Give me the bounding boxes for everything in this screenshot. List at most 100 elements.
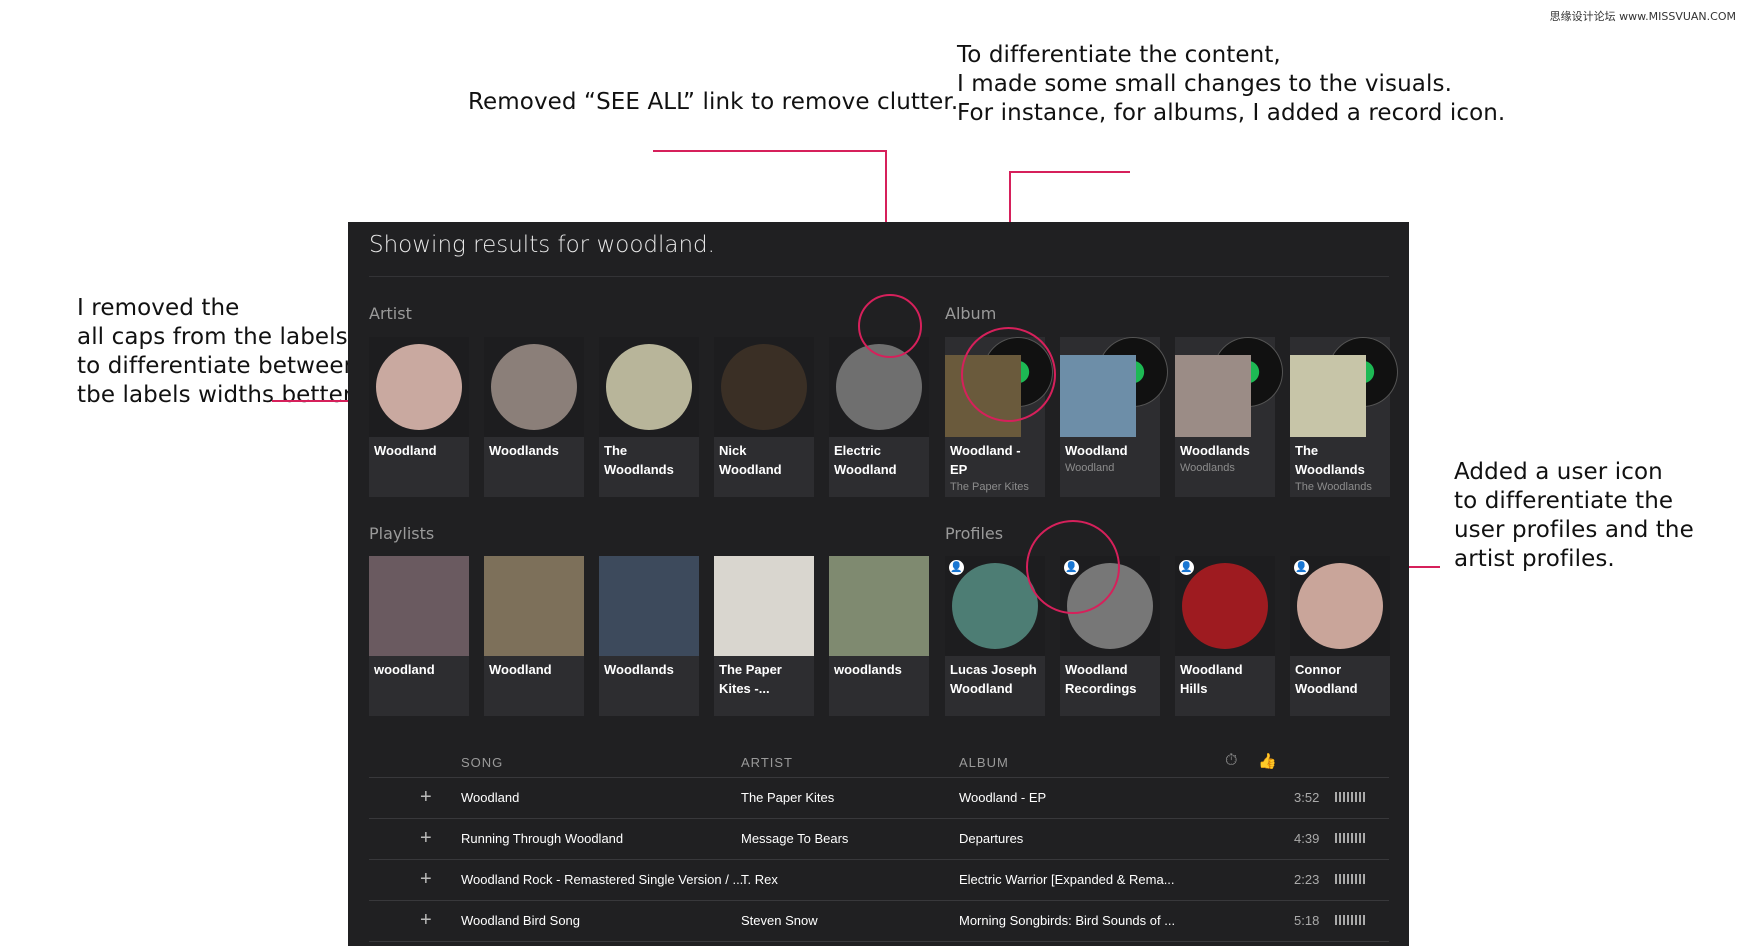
- callout-circle-see-all: [858, 294, 922, 358]
- annotation-see-all: Removed “SEE ALL” link to remove clutter…: [468, 89, 959, 115]
- callout-circle-user: [1026, 520, 1120, 614]
- annotation-caps: I removed the all caps from the labels t…: [77, 295, 359, 408]
- song-title: Woodland Rock - Remastered Single Versio…: [461, 872, 744, 887]
- artist-image: [836, 344, 922, 430]
- playlist-name: Woodlands: [604, 662, 674, 677]
- playlist-card[interactable]: Woodland: [484, 556, 584, 716]
- album-title: Woodland - EP: [950, 443, 1021, 477]
- callout-line-see-all-h: [653, 150, 886, 152]
- divider: [369, 276, 1389, 277]
- song-artist[interactable]: The Paper Kites: [741, 790, 834, 805]
- song-album[interactable]: Electric Warrior [Expanded & Rema...: [959, 872, 1175, 887]
- artist-image: [721, 344, 807, 430]
- song-artist[interactable]: Steven Snow: [741, 913, 818, 928]
- artist-image: [606, 344, 692, 430]
- album-card[interactable]: The Woodlands The Woodlands: [1290, 337, 1398, 497]
- col-header-album[interactable]: ALBUM: [959, 755, 1009, 770]
- col-header-artist[interactable]: ARTIST: [741, 755, 793, 770]
- add-icon[interactable]: +: [420, 786, 432, 809]
- section-label-artist: Artist: [369, 304, 412, 323]
- album-artist: Woodland: [1065, 462, 1115, 474]
- artist-image: [491, 344, 577, 430]
- table-row[interactable]: + Running Through Woodland Message To Be…: [369, 819, 1389, 860]
- popularity-bar: [1335, 915, 1367, 925]
- playlist-name: woodlands: [834, 662, 902, 677]
- playlist-card[interactable]: woodlands: [829, 556, 929, 716]
- playlist-card[interactable]: woodland: [369, 556, 469, 716]
- page-title: Showing results for woodland.: [369, 232, 715, 258]
- playlist-cover: [714, 556, 814, 656]
- artist-card[interactable]: Electric Woodland: [829, 337, 929, 497]
- album-artist: Woodlands: [1180, 462, 1235, 474]
- annotation-visuals: To differentiate the content, I made som…: [957, 42, 1506, 126]
- callout-circle-record: [961, 327, 1056, 422]
- section-label-album: Album: [945, 304, 997, 323]
- song-album[interactable]: Woodland - EP: [959, 790, 1046, 805]
- artist-name: Woodlands: [489, 443, 559, 458]
- playlist-name: Woodland: [489, 662, 552, 677]
- song-duration: 5:18: [1294, 913, 1320, 928]
- popularity-bar: [1335, 792, 1367, 802]
- watermark: 思缘设计论坛 www.MISSVUAN.COM: [1549, 10, 1736, 23]
- table-row[interactable]: + Woodland Bird Song Steven Snow Morning…: [369, 901, 1389, 942]
- add-icon[interactable]: +: [420, 827, 432, 850]
- section-label-playlists: Playlists: [369, 524, 435, 543]
- song-artist[interactable]: Message To Bears: [741, 831, 848, 846]
- profile-card[interactable]: 👤 Woodland Hills: [1175, 556, 1275, 716]
- playlist-card[interactable]: Woodlands: [599, 556, 699, 716]
- profile-image: [1182, 563, 1268, 649]
- artist-card[interactable]: Nick Woodland: [714, 337, 814, 497]
- user-icon: 👤: [949, 560, 964, 575]
- annotation-user-icon: Added a user icon to differentiate the u…: [1454, 459, 1694, 572]
- song-album[interactable]: Morning Songbirds: Bird Sounds of ...: [959, 913, 1175, 928]
- song-album[interactable]: Departures: [959, 831, 1023, 846]
- song-title: Woodland Bird Song: [461, 913, 581, 928]
- profile-card[interactable]: 👤 Connor Woodland: [1290, 556, 1390, 716]
- profile-image: [952, 563, 1038, 649]
- song-title: Woodland: [461, 790, 520, 805]
- artist-card[interactable]: The Woodlands: [599, 337, 699, 497]
- songs-header: SONG ARTIST ALBUM ⏱ 👍: [369, 747, 1389, 778]
- table-row[interactable]: + Woodland Rock - Remastered Single Vers…: [369, 860, 1389, 901]
- profile-name: Connor Woodland: [1295, 662, 1358, 696]
- profile-cards: 👤 Lucas Joseph Woodland 👤 Woodland Recor…: [945, 556, 1390, 716]
- playlist-cover: [484, 556, 584, 656]
- song-duration: 2:23: [1294, 872, 1320, 887]
- timer-icon[interactable]: ⏱: [1225, 752, 1238, 770]
- user-icon: 👤: [1179, 560, 1194, 575]
- song-title: Running Through Woodland: [461, 831, 624, 846]
- col-header-song[interactable]: SONG: [461, 755, 503, 770]
- album-cover: [1290, 355, 1366, 437]
- popularity-bar: [1335, 833, 1367, 843]
- album-cover: [1060, 355, 1136, 437]
- album-cover: [1175, 355, 1251, 437]
- album-card[interactable]: Woodland Woodland: [1060, 337, 1168, 497]
- thumb-up-icon[interactable]: 👍: [1258, 752, 1278, 770]
- artist-name: The Woodlands: [604, 443, 674, 477]
- album-artist: The Paper Kites: [950, 481, 1029, 493]
- add-icon[interactable]: +: [420, 909, 432, 932]
- artist-cards: Woodland Woodlands The Woodlands Nick Wo…: [369, 337, 929, 497]
- song-artist[interactable]: T. Rex: [741, 872, 778, 887]
- profile-name: Woodland Recordings: [1065, 662, 1137, 696]
- album-card[interactable]: Woodlands Woodlands: [1175, 337, 1283, 497]
- album-title: Woodlands: [1180, 443, 1250, 458]
- profile-name: Woodland Hills: [1180, 662, 1243, 696]
- table-row[interactable]: + Woodland The Paper Kites Woodland - EP…: [369, 778, 1389, 819]
- playlist-cards: woodland Woodland Woodlands The Paper Ki…: [369, 556, 929, 716]
- playlist-card[interactable]: The Paper Kites -...: [714, 556, 814, 716]
- playlist-cover: [599, 556, 699, 656]
- artist-card[interactable]: Woodland: [369, 337, 469, 497]
- album-title: Woodland: [1065, 443, 1128, 458]
- profile-name: Lucas Joseph Woodland: [950, 662, 1037, 696]
- popularity-bar: [1335, 874, 1367, 884]
- artist-name: Woodland: [374, 443, 437, 458]
- add-icon[interactable]: +: [420, 868, 432, 891]
- songs-table: SONG ARTIST ALBUM ⏱ 👍 + Woodland The Pap…: [369, 747, 1389, 942]
- playlist-name: woodland: [374, 662, 435, 677]
- callout-line-record-h: [1009, 171, 1130, 173]
- album-title: The Woodlands: [1295, 443, 1365, 477]
- user-icon: 👤: [1294, 560, 1309, 575]
- artist-card[interactable]: Woodlands: [484, 337, 584, 497]
- artist-image: [376, 344, 462, 430]
